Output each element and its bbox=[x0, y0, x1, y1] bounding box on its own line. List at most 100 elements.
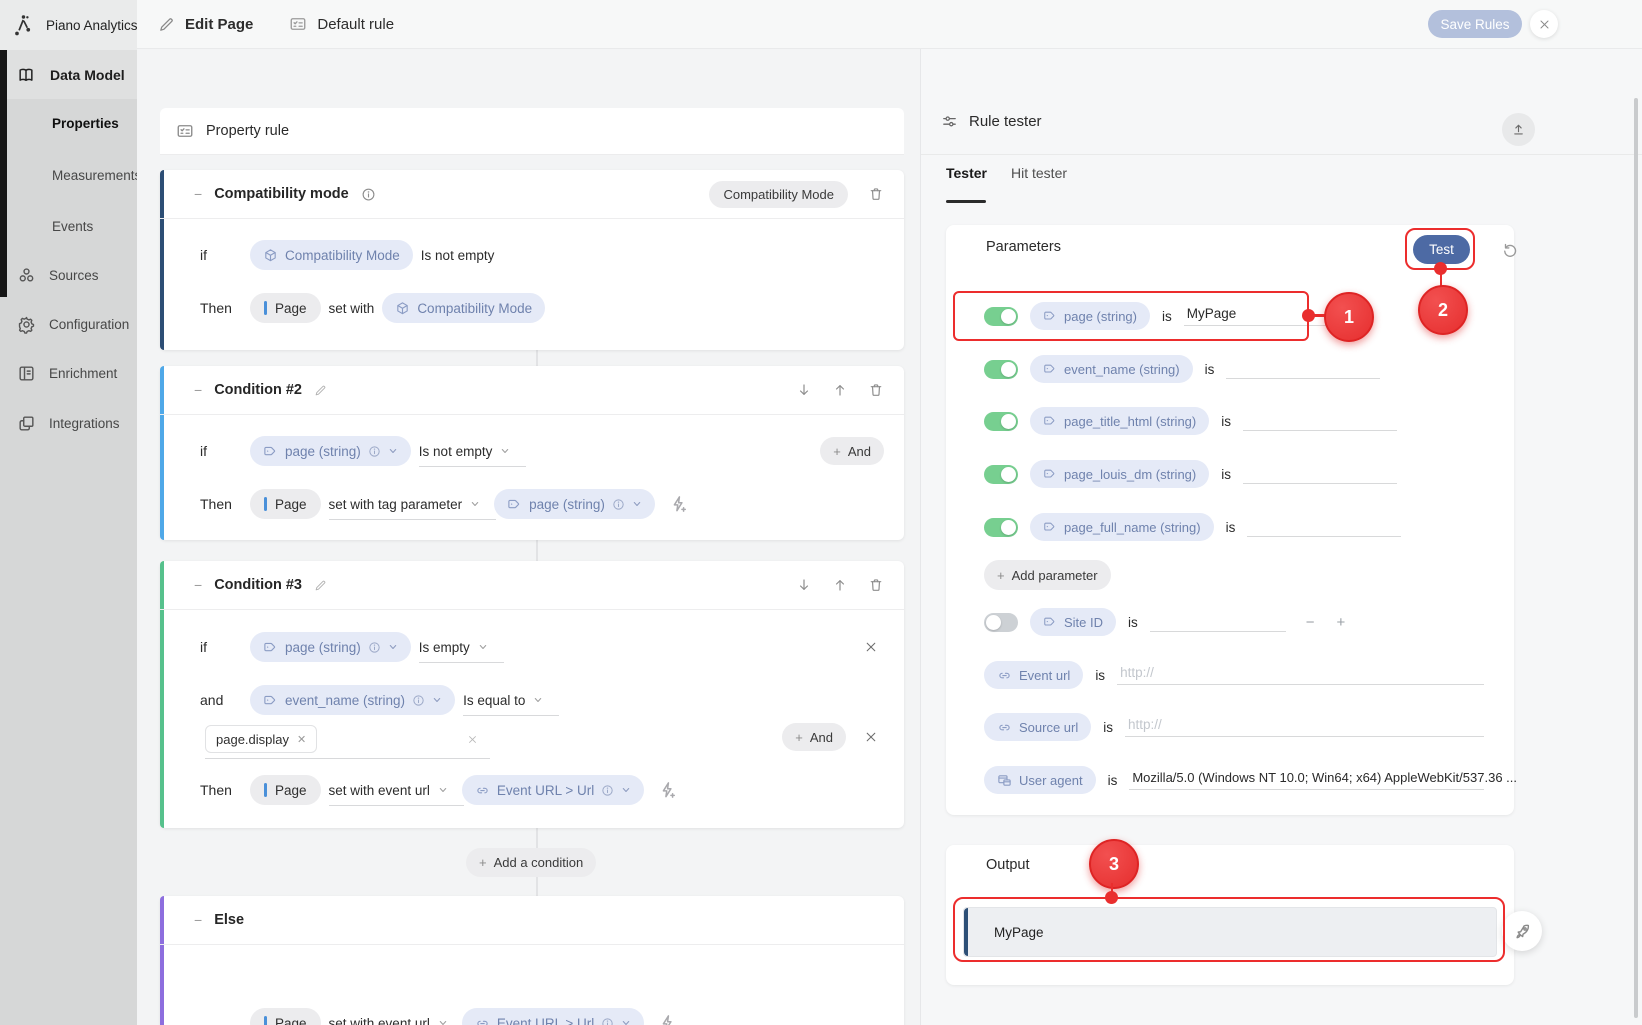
arrow-down-icon[interactable] bbox=[796, 382, 812, 398]
arrow-up-icon[interactable] bbox=[832, 577, 848, 593]
toggle-on[interactable] bbox=[984, 412, 1018, 431]
collapse-icon[interactable]: − bbox=[194, 382, 202, 398]
export-button[interactable] bbox=[1502, 113, 1535, 146]
sidebar-item-properties[interactable]: Properties bbox=[0, 106, 137, 140]
property-pill[interactable]: Event URL > Url bbox=[462, 1008, 644, 1025]
property-pill[interactable]: page (string) bbox=[494, 489, 655, 519]
trash-icon[interactable] bbox=[868, 577, 884, 593]
add-and-button[interactable]: +And bbox=[820, 437, 884, 465]
chip-remove-icon[interactable]: ✕ bbox=[297, 733, 306, 746]
trash-icon[interactable] bbox=[868, 382, 884, 398]
verb-dropdown[interactable]: set with event url bbox=[329, 783, 454, 798]
chevron-down-icon[interactable] bbox=[621, 785, 631, 795]
toggle-on[interactable] bbox=[984, 307, 1018, 326]
pencil-icon[interactable] bbox=[314, 579, 327, 592]
user-agent-pill[interactable]: User agent bbox=[984, 766, 1096, 794]
sidebar-item-events[interactable]: Events bbox=[0, 209, 137, 243]
parameter-value-input[interactable] bbox=[1226, 359, 1380, 379]
decrement-icon[interactable]: − bbox=[1306, 614, 1315, 631]
parameter-value-input[interactable] bbox=[1247, 517, 1401, 537]
verb-dropdown[interactable]: set with event url bbox=[329, 1016, 454, 1025]
clear-input-icon[interactable] bbox=[467, 734, 478, 745]
remove-condition-icon[interactable] bbox=[864, 640, 878, 654]
property-pill[interactable]: page_title_html (string) bbox=[1030, 407, 1209, 435]
info-icon[interactable] bbox=[612, 498, 625, 511]
bolt-plus-icon[interactable] bbox=[658, 1013, 678, 1025]
add-condition-button[interactable]: +Add a condition bbox=[466, 848, 596, 877]
parameter-value-input[interactable] bbox=[1243, 411, 1397, 431]
chevron-down-icon[interactable] bbox=[621, 1018, 631, 1025]
operator-dropdown[interactable]: Is empty bbox=[419, 640, 494, 655]
collapse-icon[interactable]: − bbox=[194, 577, 202, 593]
toggle-on[interactable] bbox=[984, 465, 1018, 484]
close-button[interactable] bbox=[1530, 10, 1558, 38]
chevron-down-icon[interactable] bbox=[632, 499, 642, 509]
arrow-up-icon[interactable] bbox=[832, 382, 848, 398]
verb-dropdown[interactable]: set with tag parameter bbox=[329, 497, 487, 512]
property-pill[interactable]: page_louis_dm (string) bbox=[1030, 460, 1209, 488]
site-id-input[interactable] bbox=[1150, 612, 1286, 632]
collapse-icon[interactable]: − bbox=[194, 912, 202, 928]
chevron-down-icon[interactable] bbox=[432, 695, 442, 705]
bolt-plus-icon[interactable] bbox=[669, 494, 689, 514]
property-pill[interactable]: Compatibility Mode bbox=[382, 293, 545, 323]
add-and-button[interactable]: +And bbox=[782, 723, 846, 751]
increment-icon[interactable]: + bbox=[1337, 614, 1346, 631]
parameter-value-input[interactable] bbox=[1243, 464, 1397, 484]
sidebar-item-enrichment[interactable]: Enrichment bbox=[0, 356, 137, 390]
operator-dropdown[interactable]: Is equal to bbox=[463, 693, 549, 708]
property-pill[interactable]: page (string) bbox=[1030, 302, 1150, 330]
tab-tester[interactable]: Tester bbox=[946, 165, 987, 181]
property-pill[interactable]: page (string) bbox=[250, 632, 411, 662]
sidebar-item-measurements[interactable]: Measurements bbox=[0, 158, 137, 192]
sidebar-item-sources[interactable]: Sources bbox=[0, 258, 137, 292]
user-agent-input[interactable]: Mozilla/5.0 (Windows NT 10.0; Win64; x64… bbox=[1129, 770, 1484, 790]
value-chip[interactable]: page.display ✕ bbox=[205, 725, 317, 753]
sidebar-item-configuration[interactable]: Configuration bbox=[0, 307, 137, 341]
property-pill[interactable]: page (string) bbox=[250, 436, 411, 466]
save-rules-button[interactable]: Save Rules bbox=[1428, 10, 1522, 38]
publish-button[interactable] bbox=[1502, 911, 1542, 951]
page-pill[interactable]: Page bbox=[250, 775, 321, 805]
chevron-down-icon[interactable] bbox=[388, 446, 398, 456]
page-pill[interactable]: Page bbox=[250, 293, 321, 323]
toggle-off[interactable] bbox=[984, 613, 1018, 632]
remove-condition-icon[interactable] bbox=[864, 730, 878, 744]
source-url-input[interactable]: http:// bbox=[1125, 717, 1484, 737]
site-id-pill[interactable]: Site ID bbox=[1030, 608, 1116, 636]
chevron-down-icon[interactable] bbox=[388, 642, 398, 652]
tab-hit-tester[interactable]: Hit tester bbox=[1011, 165, 1067, 181]
collapse-icon[interactable]: − bbox=[194, 186, 202, 202]
info-icon[interactable] bbox=[412, 694, 425, 707]
event-url-input[interactable]: http:// bbox=[1117, 665, 1484, 685]
add-parameter-button[interactable]: +Add parameter bbox=[984, 560, 1111, 590]
chip-input-underline[interactable] bbox=[205, 758, 490, 759]
reset-icon[interactable] bbox=[1501, 241, 1519, 259]
info-icon[interactable] bbox=[601, 784, 614, 797]
property-pill[interactable]: Compatibility Mode bbox=[250, 240, 413, 270]
pencil-icon[interactable] bbox=[314, 384, 327, 397]
property-pill[interactable]: Event URL > Url bbox=[462, 775, 644, 805]
info-icon[interactable] bbox=[601, 1017, 614, 1025]
sidebar-item-data-model[interactable]: Data Model bbox=[0, 50, 137, 99]
property-pill[interactable]: page_full_name (string) bbox=[1030, 513, 1214, 541]
test-button[interactable]: Test bbox=[1413, 235, 1470, 264]
property-pill[interactable]: event_name (string) bbox=[1030, 355, 1193, 383]
toggle-on[interactable] bbox=[984, 360, 1018, 379]
property-pill[interactable]: event_name (string) bbox=[250, 685, 455, 715]
operator-dropdown[interactable]: Is not empty bbox=[419, 444, 517, 459]
trash-icon[interactable] bbox=[868, 186, 884, 202]
source-url-pill[interactable]: Source url bbox=[984, 713, 1091, 741]
page-pill[interactable]: Page bbox=[250, 1008, 321, 1025]
arrow-down-icon[interactable] bbox=[796, 577, 812, 593]
info-icon[interactable] bbox=[368, 445, 381, 458]
sidebar-item-integrations[interactable]: Integrations bbox=[0, 406, 137, 440]
parameter-value-input[interactable]: MyPage bbox=[1184, 306, 1338, 326]
toggle-on[interactable] bbox=[984, 518, 1018, 537]
scrollbar[interactable] bbox=[1634, 98, 1638, 1018]
page-pill[interactable]: Page bbox=[250, 489, 321, 519]
bolt-plus-icon[interactable] bbox=[658, 780, 678, 800]
info-icon[interactable] bbox=[368, 641, 381, 654]
info-icon[interactable] bbox=[361, 187, 376, 202]
event-url-pill[interactable]: Event url bbox=[984, 661, 1083, 689]
